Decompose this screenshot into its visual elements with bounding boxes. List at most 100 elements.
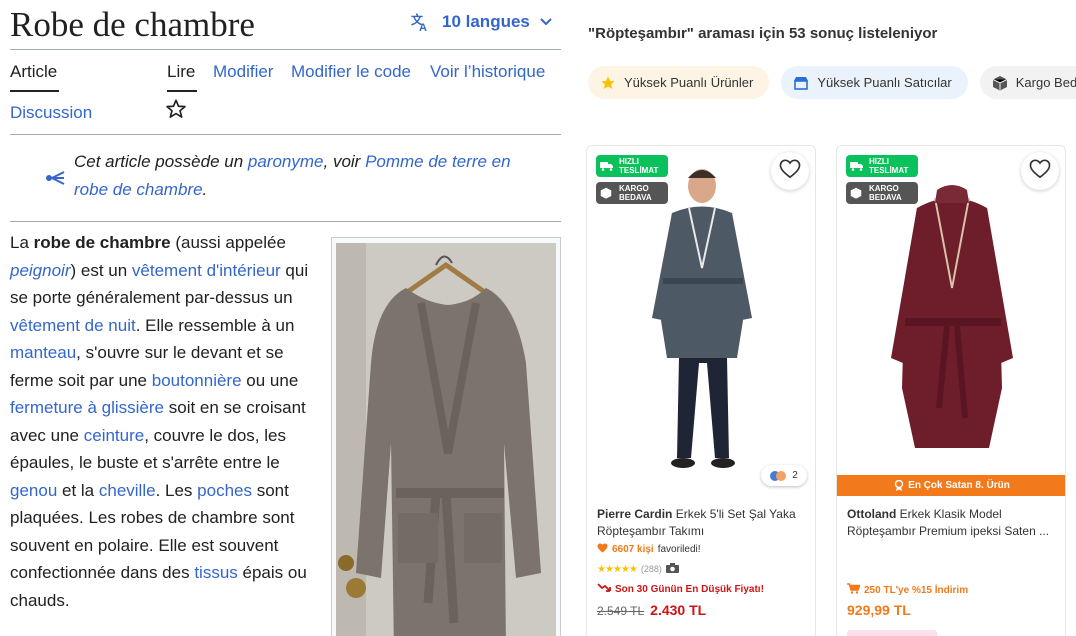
article-link[interactable]: ceinture (84, 426, 144, 445)
article-link[interactable]: manteau (10, 343, 76, 362)
article-link[interactable]: fermeture à glissière (10, 398, 164, 417)
tab-history[interactable]: Voir l’historique (430, 62, 545, 82)
tab-article[interactable]: Article (10, 62, 57, 82)
paragraph-text: . Les (155, 480, 198, 500)
article-link[interactable]: boutonnière (152, 371, 242, 390)
trend-down-icon (597, 583, 611, 596)
hatnote-text: . (202, 180, 208, 199)
hatnote-divider (10, 221, 561, 222)
filter-chips: Yüksek Puanlı Ürünler Yüksek Puanlı Satı… (588, 66, 1076, 99)
product-brand: Pierre Cardin (597, 507, 673, 521)
wikipedia-pane: Robe de chambre 文A 10 langues Article Li… (0, 0, 572, 636)
search-result-count: "Röpteşambır" araması için 53 sonuç list… (588, 25, 938, 42)
star-icon (600, 75, 616, 91)
paronym-link[interactable]: paronyme (248, 152, 324, 171)
paragraph-text: ou une (241, 370, 299, 390)
deal-text: Son 30 Günün En Düşük Fiyatı! (615, 584, 764, 595)
color-dots-icon (770, 470, 787, 481)
watch-star-icon[interactable] (165, 98, 187, 125)
italic-term: peignoir (10, 261, 71, 280)
box-icon (600, 187, 614, 199)
color-variants-badge[interactable]: 2 (761, 465, 807, 486)
disambiguation-icon (44, 170, 66, 191)
tabs-divider (10, 134, 561, 135)
badge-text: KARGO (869, 184, 899, 193)
article-link[interactable]: peignoir (10, 261, 71, 280)
tab-article-underline (10, 90, 59, 92)
favorite-heart-button[interactable] (771, 152, 809, 190)
truck-icon (850, 161, 864, 171)
article-link[interactable]: cheville (99, 481, 156, 500)
heart-icon (779, 159, 801, 184)
tab-read-underline (167, 90, 197, 92)
filter-chip-top-rated-products[interactable]: Yüksek Puanlı Ürünler (588, 66, 770, 99)
box-icon (992, 75, 1008, 91)
infobox-thumbnail[interactable] (331, 237, 561, 636)
tab-read[interactable]: Lire (167, 62, 195, 82)
badge-text: HIZLI (619, 157, 639, 166)
hatnote-text: Cet article possède un (74, 152, 248, 171)
variant-count: 2 (792, 470, 798, 481)
product-title[interactable]: Pierre Cardin Erkek 5'li Set Şal Yaka Rö… (597, 506, 809, 540)
filter-chip-free-shipping[interactable]: Kargo Bedava (979, 66, 1076, 99)
hatnote: Cet article possède un paronyme, voir Po… (74, 148, 544, 204)
paragraph-text: ) est un (70, 260, 132, 280)
heart-icon (1029, 159, 1051, 184)
chevron-down-icon (540, 18, 552, 26)
article-link[interactable]: poches (197, 481, 252, 500)
article-link[interactable]: vêtement de nuit (10, 316, 136, 335)
favorite-suffix: favoriledi! (657, 544, 701, 555)
product-card[interactable]: HIZLI TESLİMAT KARGO BEDAVA 2 Pierre Cardi… (586, 145, 816, 636)
article-link[interactable]: vêtement d'intérieur (132, 261, 281, 280)
camera-icon (665, 563, 679, 575)
product-image (877, 158, 1027, 478)
bold-term: robe de chambre (33, 233, 171, 252)
product-brand: Ottoland (847, 507, 897, 521)
language-label: 10 langues (442, 12, 530, 31)
product-title[interactable]: Ottoland Erkek Klasik Model Röpteşambır … (847, 506, 1059, 540)
medal-icon (894, 480, 904, 491)
product-image (627, 158, 777, 478)
article-link[interactable]: genou (10, 481, 57, 500)
store-icon (793, 75, 809, 91)
badge-text: KARGO (619, 184, 649, 193)
old-price: 2.549 TL (597, 604, 645, 618)
hatnote-text: , voir (323, 152, 366, 171)
favorite-count-line: 6607 kişi favoriledi! (597, 543, 701, 556)
price-block: 2.549 TL 2.430 TL (597, 602, 706, 618)
fast-delivery-badge: HIZLI TESLİMAT (846, 155, 918, 177)
badge-text: HIZLI (869, 157, 889, 166)
chip-label: Yüksek Puanlı Ürünler (624, 75, 754, 90)
orange-heart-icon (597, 543, 608, 556)
promotion-line: 250 TL'ye %15 İndirim (847, 583, 968, 597)
filter-chip-top-rated-sellers[interactable]: Yüksek Puanlı Satıcılar (781, 66, 968, 99)
favorite-heart-button[interactable] (1021, 152, 1059, 190)
badge-text: BEDAVA (869, 193, 902, 202)
tab-discussion[interactable]: Discussion (10, 103, 92, 123)
paragraph-text: et la (57, 480, 99, 500)
current-price: 929,99 TL (847, 602, 911, 618)
paragraph-text: . Elle ressemble à un (135, 315, 295, 335)
box-icon (850, 187, 864, 199)
paragraph-text: La (10, 233, 34, 252)
current-price: 2.430 TL (650, 602, 707, 618)
svg-text:A: A (419, 22, 427, 32)
product-card[interactable]: HIZLI TESLİMAT KARGO BEDAVA En Çok Satan 8… (836, 145, 1066, 636)
fast-delivery-badge: HIZLI TESLİMAT (596, 155, 668, 177)
article-link[interactable]: tissus (194, 563, 237, 582)
favorite-count: 6607 kişi (612, 544, 654, 555)
page-title: Robe de chambre (10, 5, 255, 44)
badge-text: TESLİMAT (619, 166, 659, 175)
badge-text: BEDAVA (619, 193, 652, 202)
cart-icon (847, 583, 861, 597)
chip-label: Yüksek Puanlı Satıcılar (817, 75, 952, 90)
badge-text: TESLİMAT (869, 166, 909, 175)
chip-label: Kargo Bedava (1015, 75, 1076, 90)
truck-icon (600, 161, 614, 171)
coupon-tag (847, 630, 937, 636)
tab-edit-source[interactable]: Modifier le code (291, 62, 411, 82)
promotion-text: 250 TL'ye %15 İndirim (864, 584, 969, 596)
tab-edit[interactable]: Modifier (213, 62, 273, 82)
free-cargo-badge: KARGO BEDAVA (596, 182, 668, 204)
language-button[interactable]: 文A 10 langues (410, 12, 552, 32)
